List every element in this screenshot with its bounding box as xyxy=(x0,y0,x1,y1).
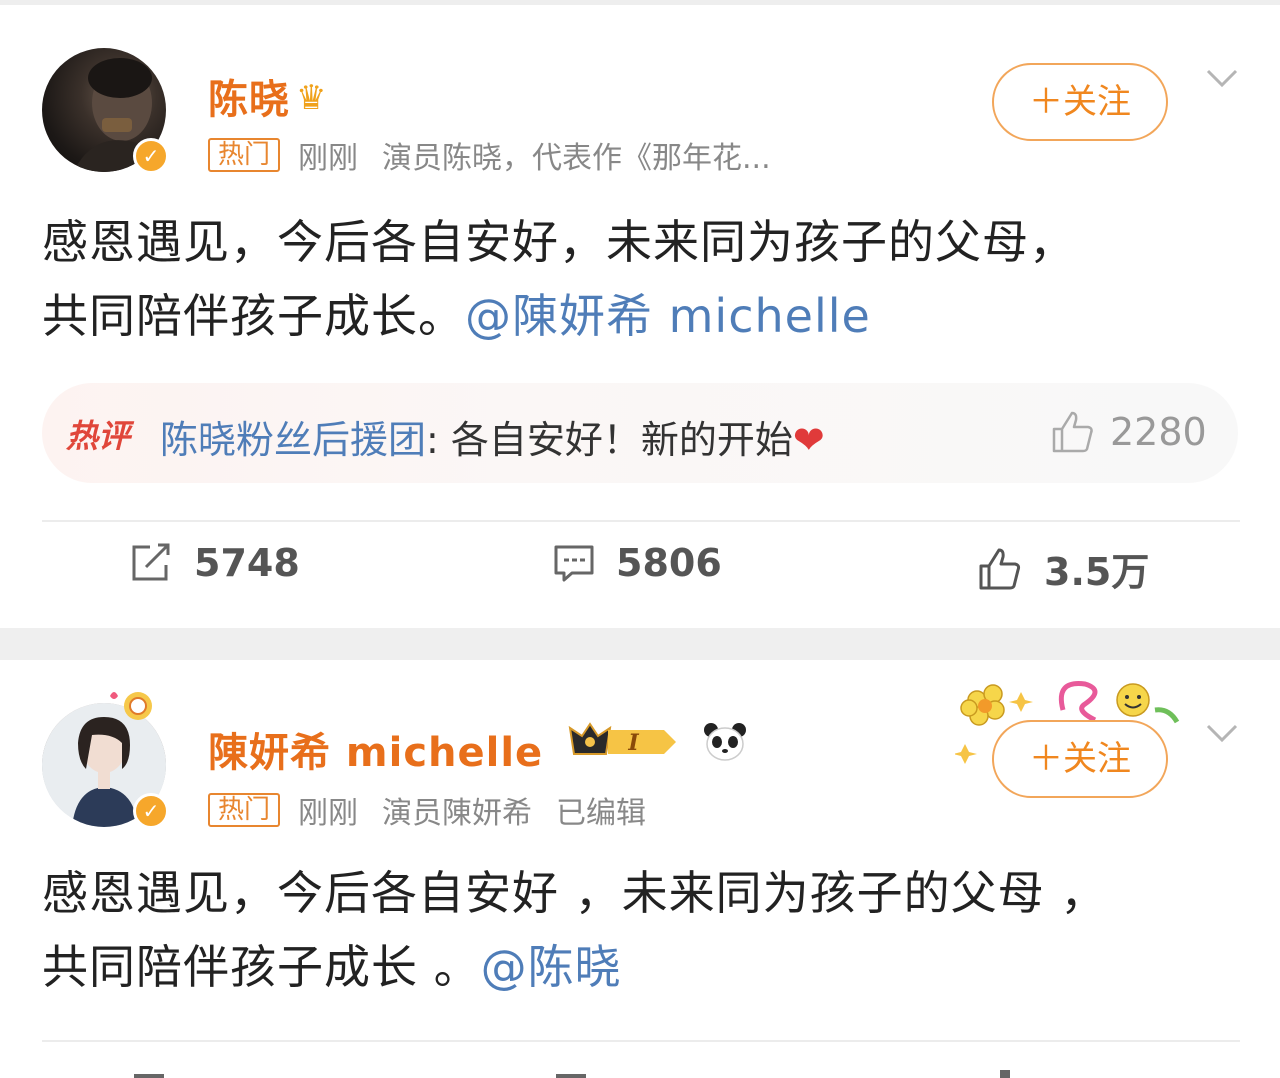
chevron-down-icon[interactable] xyxy=(1204,716,1240,752)
post-time: 刚刚 xyxy=(298,796,359,831)
hot-comment-tag: 热评 xyxy=(66,417,131,455)
mention-link[interactable]: @陳妍希 michelle xyxy=(465,289,871,343)
username[interactable]: 陳妍希 michelle I xyxy=(208,720,747,778)
hot-comment-like-count: 2280 xyxy=(1110,410,1207,454)
post-text: 感恩遇见，今后各自安好，未来同为孩子的父母， 共同陪伴孩子成长。@陳妍希 mic… xyxy=(42,205,1242,353)
verified-icon: ✓ xyxy=(133,793,169,829)
username[interactable]: 陈晓 ♛ xyxy=(208,67,327,125)
level-badge-text: I xyxy=(627,730,639,756)
mention-link[interactable]: @陈晓 xyxy=(481,940,622,994)
divider xyxy=(42,1040,1240,1042)
repost-button[interactable]: 5748 xyxy=(130,541,300,585)
member-level-badge-icon: I xyxy=(568,722,677,756)
like-button[interactable]: 3.5万 xyxy=(976,541,1149,596)
user-bio: 演员陳妍希 xyxy=(382,796,533,831)
chevron-down-icon[interactable] xyxy=(1204,61,1240,97)
weibo-post: ✓ 陈晓 ♛ 热门 刚刚 演员陈晓，代表作《那年花... ＋关注 感恩遇见，今后各… xyxy=(0,5,1280,628)
thumbs-up-icon xyxy=(1052,411,1093,453)
heart-emoji-icon: ❤ xyxy=(792,418,825,462)
comment-button[interactable]: 5806 xyxy=(552,541,722,585)
hot-tag: 热门 xyxy=(208,138,281,172)
post-meta: 热门 刚刚 演员陳妍希 已编辑 xyxy=(208,788,670,832)
repost-icon xyxy=(132,543,170,581)
avatar-sticker-icon xyxy=(110,692,152,720)
post-time: 刚刚 xyxy=(298,141,359,176)
crown-icon: ♛ xyxy=(296,78,328,118)
action-bar-partial xyxy=(134,1070,1010,1078)
panda-icon xyxy=(704,723,747,761)
weibo-post: ✓ 陳妍希 michelle I 热门 刚刚 演员陳妍希 已编辑 ＋关注 感恩遇… xyxy=(0,660,1280,1078)
edited-label: 已编辑 xyxy=(556,796,647,831)
post-text-line: 共同陪伴孩子成长 。@陈晓 xyxy=(42,940,622,994)
follow-button[interactable]: ＋关注 xyxy=(992,720,1168,798)
verified-icon: ✓ xyxy=(133,138,169,174)
user-bio: 演员陈晓，代表作《那年花... xyxy=(382,141,771,176)
hot-comment[interactable]: 热评 陈晓粉丝后援团: 各自安好！新的开始❤ 2280 xyxy=(42,383,1238,483)
post-meta: 热门 刚刚 演员陈晓，代表作《那年花... xyxy=(208,133,795,177)
repost-count: 5748 xyxy=(194,541,300,585)
hot-tag: 热门 xyxy=(208,793,281,827)
feed-separator xyxy=(0,628,1280,660)
post-text: 感恩遇见，今后各自安好 ，未来同为孩子的父母 ， 共同陪伴孩子成长 。@陈晓 xyxy=(42,856,1242,1004)
comment-icon xyxy=(554,545,594,582)
post-text-line: 感恩遇见，今后各自安好，未来同为孩子的父母， xyxy=(42,215,1076,269)
action-bar: 5748 5806 3.5万 xyxy=(0,541,1280,611)
follow-button[interactable]: ＋关注 xyxy=(992,63,1168,141)
hot-comment-body: 陈晓粉丝后援团: 各自安好！新的开始❤ xyxy=(160,409,825,464)
post-text-line: 共同陪伴孩子成长。@陳妍希 michelle xyxy=(42,289,871,343)
hot-comment-text: : 各自安好！新的开始 xyxy=(426,418,793,462)
like-count: 3.5万 xyxy=(1044,550,1150,594)
comment-count: 5806 xyxy=(616,541,722,585)
hot-comment-user[interactable]: 陈晓粉丝后援团 xyxy=(160,418,426,462)
thumbs-up-icon xyxy=(979,548,1021,589)
post-text-line: 感恩遇见，今后各自安好 ，未来同为孩子的父母 ， xyxy=(42,866,1108,920)
hot-comment-like[interactable]: 2280 xyxy=(1050,409,1207,455)
divider xyxy=(42,520,1240,522)
